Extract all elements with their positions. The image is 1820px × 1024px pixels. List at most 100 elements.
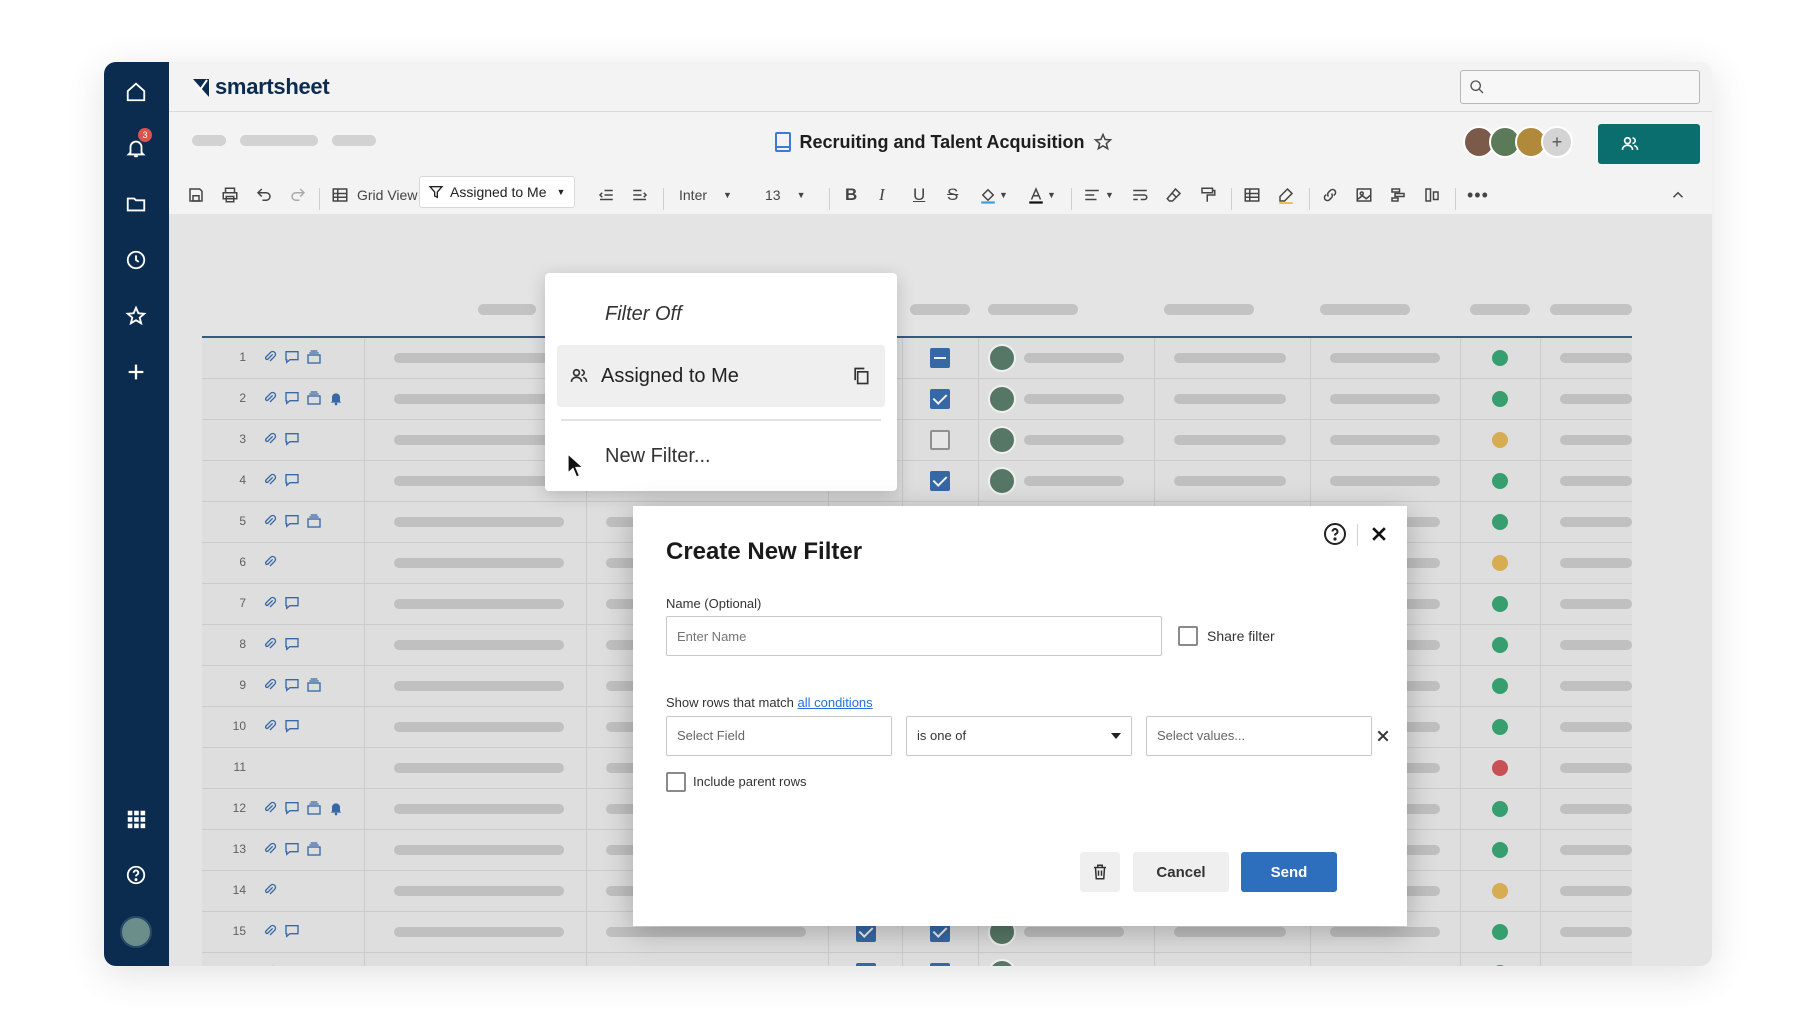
match-prefix: Show rows that match — [666, 695, 798, 710]
app-window: 3 smartsheet Recruiting and Talent Acqui… — [104, 62, 1712, 966]
print-icon[interactable] — [221, 184, 239, 206]
operator-select[interactable]: is one of — [906, 716, 1132, 756]
select-field-dropdown[interactable]: Select Field — [666, 716, 892, 756]
filter-dropdown-button[interactable]: Assigned to Me ▼ — [419, 176, 575, 208]
format-painter-icon[interactable] — [1199, 184, 1217, 206]
cancel-button[interactable]: Cancel — [1133, 852, 1229, 892]
toolbar-divider — [1309, 188, 1310, 210]
notifications-icon[interactable]: 3 — [124, 128, 152, 160]
filter-menu: Filter Off Assigned to Me New Filter... — [545, 273, 897, 491]
close-icon[interactable] — [1369, 524, 1389, 544]
share-button[interactable] — [1598, 124, 1700, 164]
share-filter-checkbox[interactable] — [1178, 626, 1198, 646]
favorite-star-icon[interactable] — [1093, 132, 1113, 152]
fill-color-icon[interactable]: ▼ — [979, 184, 1008, 206]
more-options-icon[interactable]: ••• — [1467, 184, 1489, 206]
breadcrumb-placeholder — [240, 135, 318, 146]
italic-icon[interactable]: I — [879, 184, 885, 206]
left-nav: 3 — [104, 62, 169, 966]
view-label: Grid View — [357, 187, 418, 203]
redo-icon[interactable] — [289, 184, 307, 206]
clear-format-eraser-icon[interactable] — [1165, 184, 1183, 206]
menu-divider — [561, 419, 881, 421]
help-icon[interactable] — [1323, 522, 1347, 546]
favorites-star-icon[interactable] — [124, 304, 148, 328]
delete-filter-button[interactable] — [1080, 852, 1120, 892]
mouse-cursor-icon — [567, 453, 585, 478]
home-icon[interactable] — [124, 80, 148, 104]
assigned-to-me-option[interactable]: Assigned to Me — [557, 345, 885, 407]
image-icon[interactable] — [1355, 184, 1373, 206]
grid-view-icon — [332, 188, 348, 202]
gantt-icon[interactable] — [1389, 184, 1407, 206]
wrap-text-icon[interactable] — [1131, 184, 1149, 206]
collapse-toolbar-icon[interactable] — [1669, 184, 1687, 206]
font-size-select[interactable]: 13 ▼ — [765, 184, 806, 206]
add-collaborator-button[interactable]: + — [1541, 126, 1573, 158]
filter-off-option[interactable]: Filter Off — [605, 303, 957, 326]
share-filter-label: Share filter — [1207, 628, 1275, 644]
breadcrumb — [192, 135, 376, 146]
underline-icon[interactable]: U — [913, 184, 925, 206]
users-icon — [1621, 136, 1639, 150]
brand-name: smartsheet — [215, 74, 330, 99]
all-conditions-link[interactable]: all conditions — [798, 695, 873, 710]
header-divider — [1357, 524, 1358, 546]
recents-clock-icon[interactable] — [124, 248, 148, 272]
view-switcher[interactable]: Grid View — [331, 184, 417, 206]
breadcrumb-placeholder — [332, 135, 376, 146]
toolbar-divider — [663, 188, 664, 210]
font-size-value: 13 — [765, 187, 781, 203]
filter-name-input[interactable] — [666, 616, 1162, 656]
toolbar-divider — [1231, 188, 1232, 210]
caret-down-icon: ▼ — [723, 190, 732, 200]
outdent-icon[interactable] — [597, 184, 615, 206]
help-icon[interactable] — [124, 863, 148, 887]
toolbar: Grid View Assigned to Me ▼ Inter ▼ 13 ▼ … — [169, 174, 1712, 214]
name-label: Name (Optional) — [666, 596, 762, 611]
caret-down-icon — [1111, 733, 1121, 739]
brand-logo[interactable]: smartsheet — [193, 74, 330, 100]
strikethrough-icon[interactable]: S — [947, 184, 958, 206]
include-parent-rows-label: Include parent rows — [693, 774, 807, 789]
select-values-input[interactable]: Select values... — [1146, 716, 1372, 756]
text-color-icon[interactable]: ▼ — [1027, 184, 1056, 206]
create-filter-dialog: Create New Filter Name (Optional) Share … — [633, 506, 1407, 926]
remove-condition-icon[interactable] — [1375, 728, 1391, 744]
collaborator-avatars: + — [1463, 126, 1573, 158]
toolbar-divider — [319, 188, 320, 210]
save-icon[interactable] — [187, 184, 205, 206]
caret-down-icon: ▼ — [556, 187, 566, 197]
highlight-icon[interactable] — [1277, 184, 1295, 206]
bold-icon[interactable]: B — [845, 184, 857, 206]
link-icon[interactable] — [1321, 184, 1339, 206]
create-plus-icon[interactable] — [124, 360, 148, 384]
match-conditions-text: Show rows that match all conditions — [666, 695, 873, 710]
caret-down-icon: ▼ — [796, 190, 806, 200]
font-family-value: Inter — [679, 187, 708, 203]
assigned-to-me-label: Assigned to Me — [601, 364, 739, 387]
folder-icon[interactable] — [124, 192, 148, 216]
font-family-select[interactable]: Inter ▼ — [679, 184, 732, 206]
sheet-icon — [775, 132, 792, 152]
new-filter-option[interactable]: New Filter... — [605, 445, 957, 468]
operator-value: is one of — [917, 728, 967, 743]
columns-icon[interactable] — [1423, 184, 1441, 206]
search-icon — [1470, 80, 1484, 94]
top-bar: smartsheet — [169, 62, 1712, 112]
undo-icon[interactable] — [255, 184, 273, 206]
global-search-input[interactable] — [1460, 70, 1700, 104]
smartsheet-logo-icon — [193, 79, 209, 97]
page-title: Recruiting and Talent Acquisition — [799, 131, 1085, 152]
apps-grid-icon[interactable] — [124, 807, 148, 831]
table-icon[interactable] — [1243, 184, 1261, 206]
indent-icon[interactable] — [631, 184, 649, 206]
filter-icon — [428, 186, 444, 199]
send-button[interactable]: Send — [1241, 852, 1337, 892]
include-parent-rows-checkbox[interactable] — [666, 772, 686, 792]
copy-icon[interactable] — [851, 366, 871, 386]
user-avatar[interactable] — [120, 916, 152, 948]
notification-count-badge: 3 — [138, 128, 152, 142]
users-icon — [570, 368, 588, 382]
align-left-icon[interactable]: ▼ — [1083, 184, 1114, 206]
